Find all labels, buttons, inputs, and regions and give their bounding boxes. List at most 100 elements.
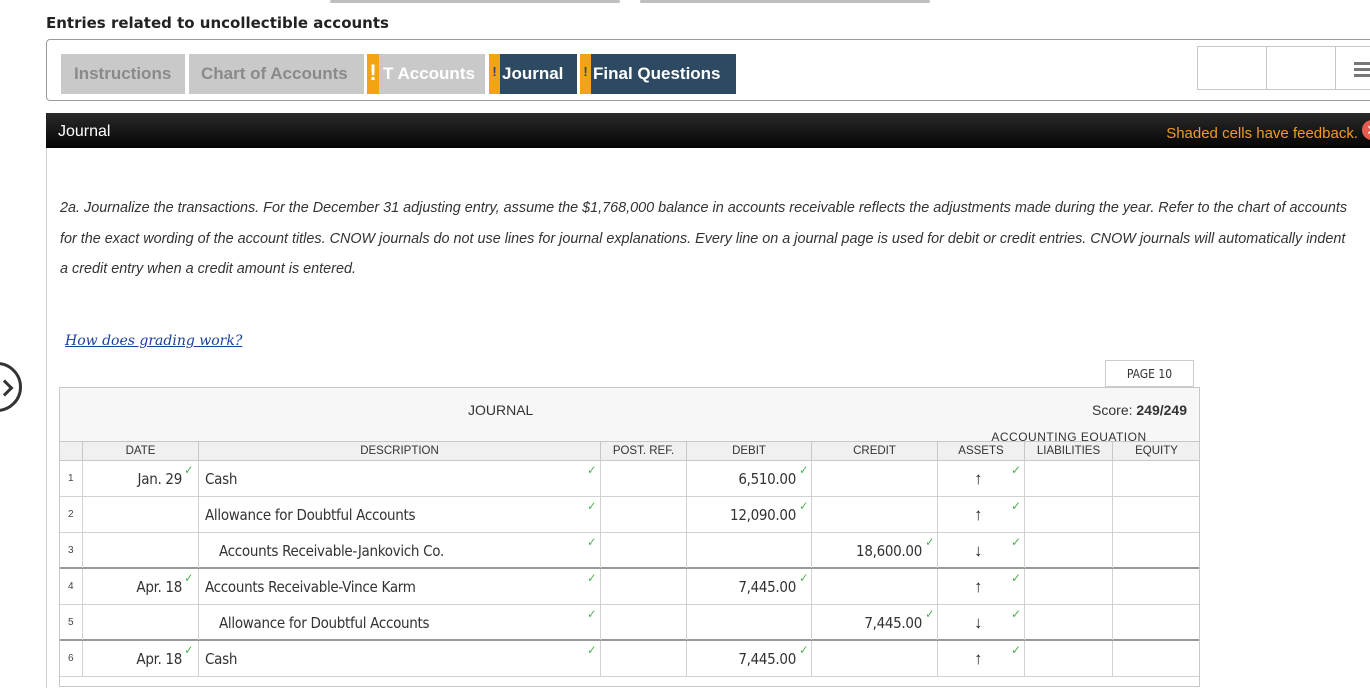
description-value: Accounts Receivable-Jankovich Co. xyxy=(219,542,444,560)
equity-cell[interactable] xyxy=(1112,641,1200,676)
check-icon: ✓ xyxy=(587,463,596,477)
journal-title: JOURNAL xyxy=(468,402,534,418)
tab-label: T Accounts xyxy=(383,64,475,83)
warning-flag-icon: ! xyxy=(580,54,591,94)
row-number: 4 xyxy=(68,581,74,592)
tab-final-questions[interactable]: ! Final Questions xyxy=(580,54,736,94)
assets-cell[interactable]: ↑ ✓ xyxy=(937,461,1024,496)
debit-cell[interactable] xyxy=(686,605,811,640)
row-number: 5 xyxy=(68,617,74,628)
description-value: Cash xyxy=(205,650,238,668)
equity-cell[interactable] xyxy=(1112,533,1200,568)
post-ref-cell[interactable] xyxy=(600,533,686,568)
post-ref-cell[interactable] xyxy=(600,461,686,496)
equity-cell[interactable] xyxy=(1112,605,1200,640)
date-cell[interactable] xyxy=(82,497,198,532)
check-icon: ✓ xyxy=(1010,499,1021,513)
date-cell[interactable] xyxy=(82,533,198,568)
equity-cell[interactable] xyxy=(1112,569,1200,604)
debit-value: 12,090.00 xyxy=(730,506,796,524)
toolbar-box-2[interactable] xyxy=(1266,46,1336,90)
description-value: Allowance for Doubtful Accounts xyxy=(219,614,430,632)
assets-arrow-icon: ↑ xyxy=(974,577,983,596)
debit-cell[interactable]: 12,090.00 ✓ xyxy=(686,497,811,532)
post-ref-cell[interactable] xyxy=(600,605,686,640)
date-cell[interactable]: Apr. 18 ✓ xyxy=(82,641,198,676)
check-icon: ✓ xyxy=(184,643,193,657)
description-value: Allowance for Doubtful Accounts xyxy=(205,506,416,524)
assets-arrow-icon: ↑ xyxy=(974,505,983,524)
check-icon: ✓ xyxy=(587,607,596,621)
credit-cell[interactable]: 7,445.00 ✓ xyxy=(811,605,937,640)
close-icon[interactable]: ✕ xyxy=(1362,120,1370,140)
check-icon: ✓ xyxy=(184,463,193,477)
toolbar-box-3[interactable] xyxy=(1335,46,1370,90)
tab-journal[interactable]: ! Journal xyxy=(489,54,577,94)
header-date: DATE xyxy=(82,442,198,462)
credit-cell[interactable] xyxy=(811,641,937,676)
description-cell[interactable]: Allowance for Doubtful Accounts ✓ xyxy=(198,605,600,640)
assets-cell[interactable]: ↓ ✓ xyxy=(937,605,1024,640)
post-ref-cell[interactable] xyxy=(600,497,686,532)
credit-cell[interactable]: 18,600.00 ✓ xyxy=(811,533,937,568)
tab-label: Chart of Accounts xyxy=(201,64,348,83)
header-equity: EQUITY xyxy=(1112,442,1200,462)
date-cell[interactable]: Jan. 29 ✓ xyxy=(82,461,198,496)
row-number: 6 xyxy=(68,653,74,664)
equity-cell[interactable] xyxy=(1112,461,1200,496)
tab-label: Journal xyxy=(502,64,564,83)
table-row: 6 Apr. 18 ✓ Cash ✓ 7,445.00 ✓ ↑ ✓ xyxy=(60,641,1199,677)
journal-panel-header: Journal Shaded cells have feedback. ✕ xyxy=(46,113,1370,148)
debit-cell[interactable]: 7,445.00 ✓ xyxy=(686,569,811,604)
liabilities-cell[interactable] xyxy=(1024,461,1112,496)
debit-cell[interactable] xyxy=(686,533,811,568)
liabilities-cell[interactable] xyxy=(1024,497,1112,532)
journal-table: JOURNAL Score: 249/249 ACCOUNTING EQUATI… xyxy=(59,387,1200,687)
post-ref-cell[interactable] xyxy=(600,569,686,604)
next-arrow-icon[interactable] xyxy=(0,362,22,412)
date-cell[interactable] xyxy=(82,605,198,640)
assets-cell[interactable]: ↑ ✓ xyxy=(937,569,1024,604)
description-cell[interactable]: Cash ✓ xyxy=(198,461,600,496)
grading-help-link[interactable]: How does grading work? xyxy=(65,333,242,349)
date-cell[interactable]: Apr. 18 ✓ xyxy=(82,569,198,604)
tab-t-accounts[interactable]: ! T Accounts xyxy=(367,54,485,94)
check-icon: ✓ xyxy=(1010,463,1021,477)
page-title: Entries related to uncollectible account… xyxy=(46,14,389,32)
toolbar-box-1[interactable] xyxy=(1197,46,1267,90)
credit-cell[interactable] xyxy=(811,497,937,532)
liabilities-cell[interactable] xyxy=(1024,569,1112,604)
assets-arrow-icon: ↓ xyxy=(974,541,983,560)
tab-chart-of-accounts[interactable]: Chart of Accounts xyxy=(189,54,364,94)
assets-cell[interactable]: ↑ ✓ xyxy=(937,641,1024,676)
check-icon: ✓ xyxy=(184,571,193,585)
journal-title-bar: JOURNAL Score: 249/249 ACCOUNTING EQUATI… xyxy=(60,388,1199,442)
check-icon: ✓ xyxy=(799,643,808,657)
description-cell[interactable]: Cash ✓ xyxy=(198,641,600,676)
post-ref-cell[interactable] xyxy=(600,641,686,676)
header-debit: DEBIT xyxy=(686,442,811,462)
row-number: 1 xyxy=(68,473,74,484)
credit-cell[interactable] xyxy=(811,461,937,496)
liabilities-cell[interactable] xyxy=(1024,641,1112,676)
debit-cell[interactable]: 6,510.00 ✓ xyxy=(686,461,811,496)
warning-flag-icon: ! xyxy=(367,54,379,94)
row-number: 3 xyxy=(68,545,74,556)
credit-cell[interactable] xyxy=(811,569,937,604)
description-cell[interactable]: Accounts Receivable-Vince Karm ✓ xyxy=(198,569,600,604)
debit-cell[interactable]: 7,445.00 ✓ xyxy=(686,641,811,676)
score-label: Score: xyxy=(1092,402,1133,418)
liabilities-cell[interactable] xyxy=(1024,533,1112,568)
menu-icon[interactable] xyxy=(1354,59,1370,79)
check-icon: ✓ xyxy=(925,607,934,621)
description-cell[interactable]: Accounts Receivable-Jankovich Co. ✓ xyxy=(198,533,600,568)
header-assets: ASSETS xyxy=(937,442,1024,462)
assets-cell[interactable]: ↑ ✓ xyxy=(937,497,1024,532)
table-row: 2 Allowance for Doubtful Accounts ✓ 12,090.… xyxy=(60,497,1199,533)
liabilities-cell[interactable] xyxy=(1024,605,1112,640)
equity-cell[interactable] xyxy=(1112,497,1200,532)
score: Score: 249/249 xyxy=(1092,402,1187,418)
tab-instructions[interactable]: Instructions xyxy=(61,54,185,94)
assets-cell[interactable]: ↓ ✓ xyxy=(937,533,1024,568)
description-cell[interactable]: Allowance for Doubtful Accounts ✓ xyxy=(198,497,600,532)
